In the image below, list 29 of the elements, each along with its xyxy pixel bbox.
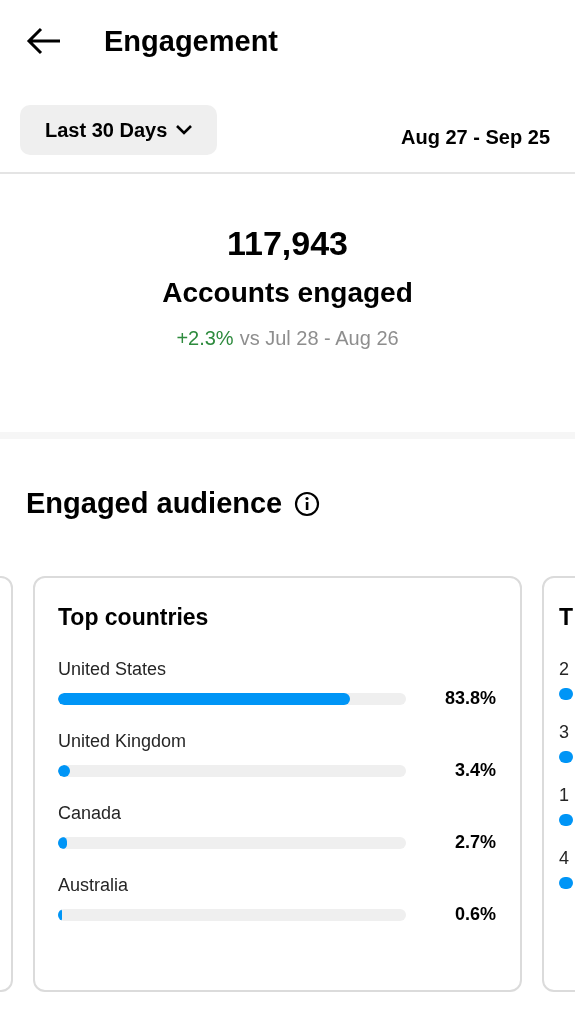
row-label: 4 xyxy=(559,848,570,869)
row-label: 3 xyxy=(559,722,570,743)
date-filter-dropdown[interactable]: Last 30 Days xyxy=(20,105,218,155)
back-arrow-icon[interactable] xyxy=(26,27,62,55)
card-title: T xyxy=(559,604,575,631)
bar-fill xyxy=(559,877,573,889)
row-label: Australia xyxy=(58,875,130,896)
engaged-count: 117,943 xyxy=(227,224,348,263)
percent-value: 0.6% xyxy=(453,904,496,925)
comparison-period: vs Jul 28 - Aug 26 xyxy=(239,327,399,350)
card-title: Top countries xyxy=(58,604,210,631)
bar-fill xyxy=(559,688,573,700)
percent-value: 2.7% xyxy=(453,832,496,853)
percent-value: 3.4% xyxy=(453,760,496,781)
change-percent: +2.3% xyxy=(176,327,234,350)
date-range: Aug 27 - Sep 25 xyxy=(401,125,550,149)
page-title: Engagement xyxy=(104,24,279,58)
chevron-down-icon xyxy=(175,124,194,136)
info-icon[interactable] xyxy=(294,490,321,517)
row-label: 2 xyxy=(559,659,570,680)
percent-value: 83.8% xyxy=(443,688,496,709)
row-label: 1 xyxy=(559,785,570,806)
row-label: United Kingdom xyxy=(58,731,188,752)
row-label: United States xyxy=(58,659,168,680)
section-title: Engaged audience xyxy=(26,487,283,520)
metric-label: Accounts engaged xyxy=(162,277,413,309)
bar-fill xyxy=(559,751,573,763)
row-label: Canada xyxy=(58,803,123,824)
bar-fill xyxy=(559,814,573,826)
